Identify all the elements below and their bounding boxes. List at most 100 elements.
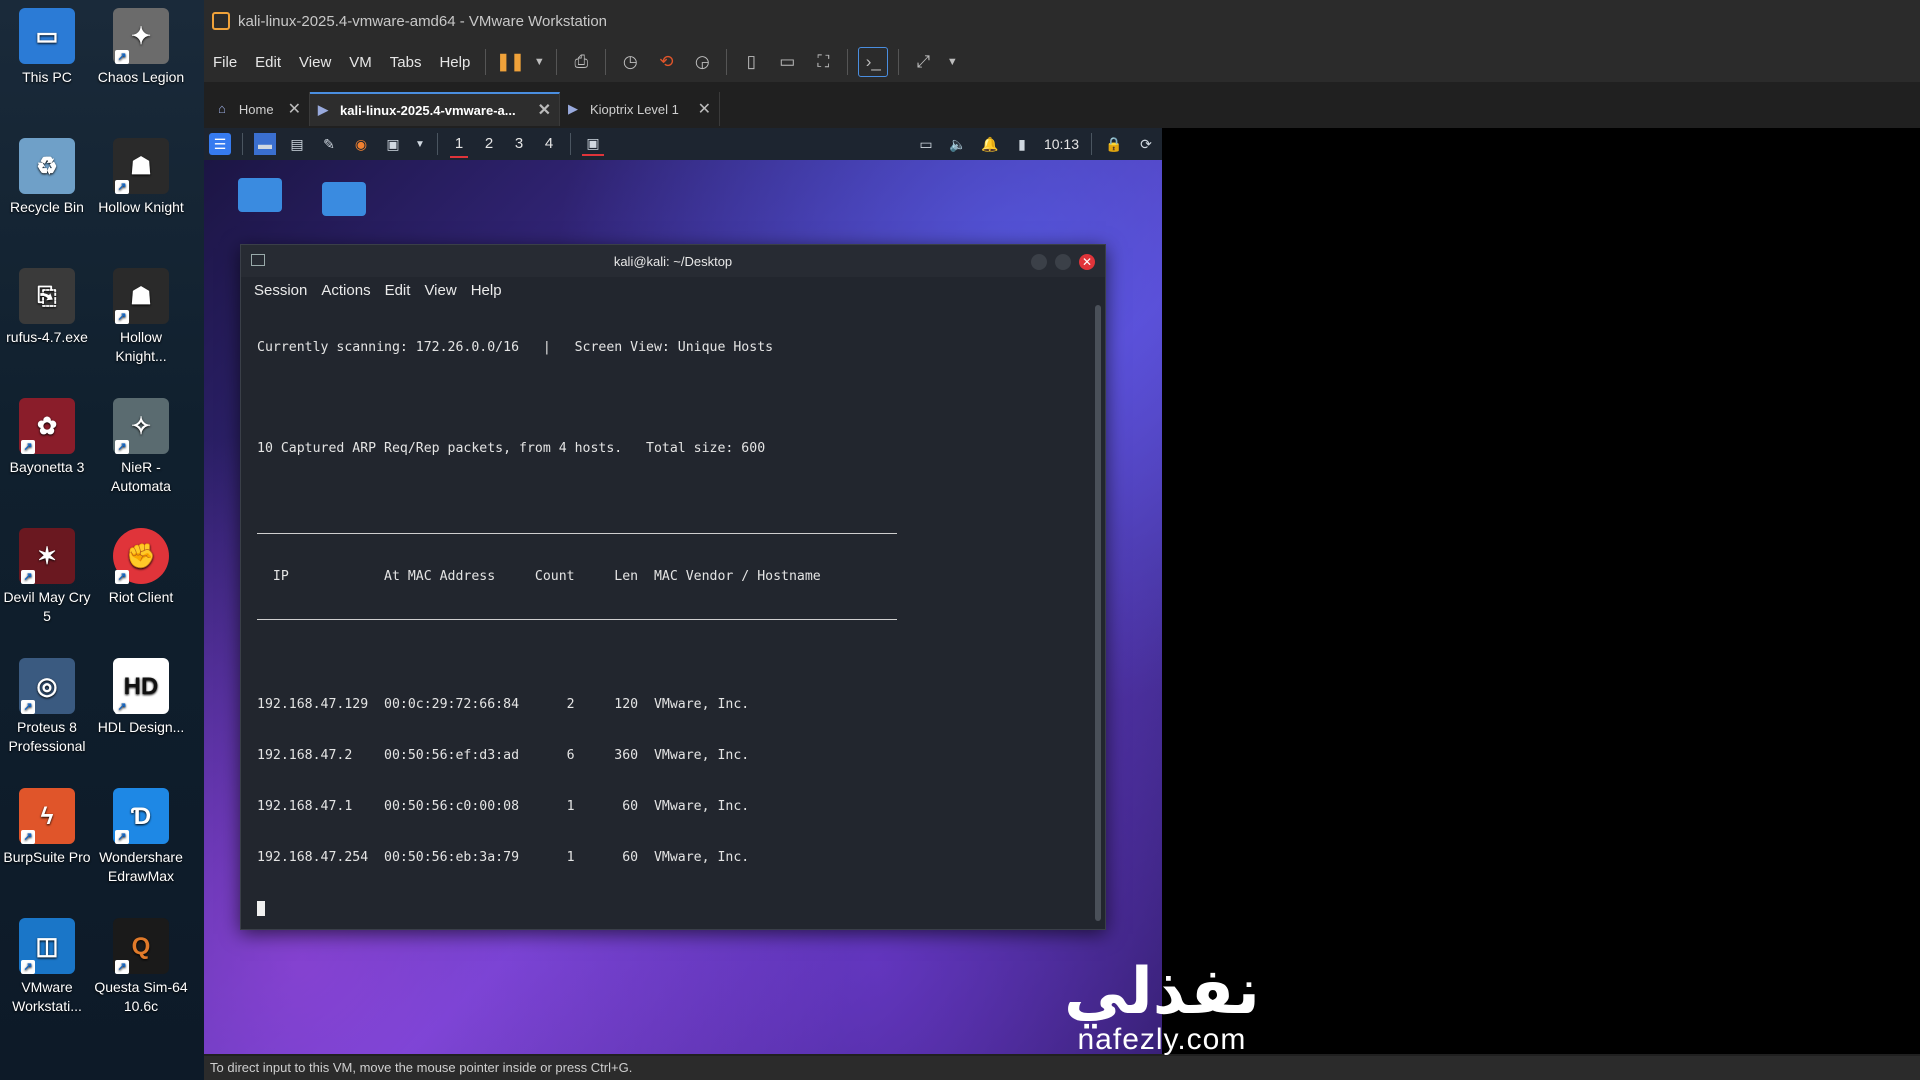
console-view-icon[interactable]: ›_ bbox=[858, 47, 889, 77]
tab-kali-linux[interactable]: ▶ kali-linux-2025.4-vmware-a... ✕ bbox=[310, 92, 560, 126]
workspace-1[interactable]: 1 bbox=[444, 128, 474, 160]
proteus-icon: ◎ ↗ bbox=[19, 658, 75, 714]
dropdown-arrow-icon[interactable]: ▼ bbox=[945, 48, 959, 76]
minimize-button[interactable] bbox=[1031, 254, 1047, 270]
shortcut-arrow-icon: ↗ bbox=[115, 960, 129, 974]
close-icon[interactable]: ✕ bbox=[524, 100, 551, 120]
menu-actions[interactable]: Actions bbox=[314, 282, 377, 299]
close-icon[interactable]: ✕ bbox=[274, 99, 301, 119]
desktop-icon-bayonetta-3[interactable]: ✿ ↗ Bayonetta 3 bbox=[0, 398, 94, 477]
full-screen-icon[interactable]: ⛶ bbox=[809, 48, 837, 76]
menu-view[interactable]: View bbox=[417, 282, 463, 299]
terminal-menubar: Session Actions Edit View Help bbox=[241, 277, 1105, 303]
workspace-3[interactable]: 3 bbox=[504, 128, 534, 160]
toolbar-separator bbox=[485, 49, 487, 75]
desktop-icon-chaos-legion[interactable]: ✦ ↗ Chaos Legion bbox=[94, 8, 188, 87]
desktop-icon-nier-automata[interactable]: ✧ ↗ NieR - Automata bbox=[94, 398, 188, 496]
snapshot-icon[interactable]: ◷ bbox=[616, 48, 644, 76]
lock-icon[interactable]: 🔒 bbox=[1103, 133, 1125, 155]
menu-edit[interactable]: Edit bbox=[378, 282, 418, 299]
desktop-icon-label: BurpSuite Pro bbox=[3, 849, 91, 865]
battery-icon[interactable]: ▮ bbox=[1011, 133, 1033, 155]
workspace-4[interactable]: 4 bbox=[534, 128, 564, 160]
menu-tabs[interactable]: Tabs bbox=[381, 54, 431, 71]
notification-bell-icon[interactable]: 🔔 bbox=[979, 133, 1001, 155]
snapshot-manager-icon[interactable]: ◶ bbox=[688, 48, 716, 76]
menu-help[interactable]: Help bbox=[464, 282, 509, 299]
firefox-icon[interactable]: ◉ bbox=[350, 133, 372, 155]
terminal-window[interactable]: kali@kali: ~/Desktop ✕ Session Actions E… bbox=[240, 244, 1106, 930]
toolbar-separator bbox=[726, 49, 728, 75]
home-folder-icon[interactable] bbox=[238, 178, 282, 212]
tab-home[interactable]: ⌂ Home ✕ bbox=[210, 92, 310, 126]
desktop-icon-this-pc[interactable]: ▭ This PC bbox=[0, 8, 94, 87]
desktop-icon-edrawmax[interactable]: Ɗ ↗ Wondershare EdrawMax bbox=[94, 788, 188, 886]
desktop-icon-riot-client[interactable]: ✊ ↗ Riot Client bbox=[94, 528, 188, 607]
terminal-output[interactable]: Currently scanning: 172.26.0.0/16 | Scre… bbox=[241, 303, 1105, 929]
menu-help[interactable]: Help bbox=[430, 54, 479, 71]
revert-snapshot-icon[interactable]: ⟲ bbox=[652, 48, 680, 76]
send-ctrl-alt-del-icon[interactable]: ⎙ bbox=[567, 48, 595, 76]
tab-kioptrix[interactable]: ▶ Kioptrix Level 1 ✕ bbox=[560, 92, 720, 126]
nier-automata-icon: ✧ ↗ bbox=[113, 398, 169, 454]
terminal-launcher-icon[interactable]: ▣ bbox=[382, 133, 404, 155]
bayonetta-icon: ✿ ↗ bbox=[19, 398, 75, 454]
maximize-button[interactable] bbox=[1055, 254, 1071, 270]
menu-file[interactable]: File bbox=[204, 54, 246, 71]
riot-client-icon: ✊ ↗ bbox=[113, 528, 169, 584]
home-icon: ⌂ bbox=[218, 101, 226, 116]
desktop-icon-burpsuite-pro[interactable]: ϟ ↗ BurpSuite Pro bbox=[0, 788, 94, 867]
menu-view[interactable]: View bbox=[290, 54, 340, 71]
desktop-icon-label: Chaos Legion bbox=[97, 69, 185, 85]
clock[interactable]: 10:13 bbox=[1038, 136, 1085, 152]
table-header: IP At MAC Address Count Len MAC Vendor /… bbox=[257, 569, 821, 584]
desktop-icon-label: NieR - Automata bbox=[111, 459, 171, 494]
shortcut-arrow-icon: ↗ bbox=[21, 960, 35, 974]
desktop-icon-rufus[interactable]: ⎘ rufus-4.7.exe bbox=[0, 268, 94, 347]
display-icon[interactable]: ▭ bbox=[915, 133, 937, 155]
chevron-down-icon[interactable]: ▼ bbox=[414, 133, 426, 155]
thumbnail-view-icon[interactable]: ▭ bbox=[773, 48, 801, 76]
terminal-scrollbar[interactable] bbox=[1095, 305, 1101, 921]
desktop-icon-questa-sim[interactable]: Q ↗ Questa Sim-64 10.6c bbox=[94, 918, 188, 1016]
vmware-window: kali-linux-2025.4-vmware-amd64 - VMware … bbox=[204, 0, 1920, 1080]
vm-icon: ▶ bbox=[318, 102, 328, 117]
power-icon[interactable]: ⟳ bbox=[1135, 133, 1157, 155]
desktop-icon-hollow-knight[interactable]: ☗ ↗ Hollow Knight bbox=[94, 138, 188, 217]
monitor-icon: ▭ bbox=[19, 8, 75, 64]
menu-edit[interactable]: Edit bbox=[246, 54, 290, 71]
close-icon[interactable]: ✕ bbox=[684, 99, 711, 119]
volume-icon[interactable]: 🔈 bbox=[947, 133, 969, 155]
file-manager-icon[interactable]: ▤ bbox=[286, 133, 308, 155]
terminal-task-icon[interactable]: ▣ bbox=[582, 132, 604, 156]
menu-session[interactable]: Session bbox=[247, 282, 314, 299]
kali-menu-icon[interactable]: ☰ bbox=[209, 133, 231, 155]
desktop-icon-label: Hollow Knight... bbox=[115, 329, 167, 364]
desktop-icon-hollow-knight-2[interactable]: ☗ ↗ Hollow Knight... bbox=[94, 268, 188, 366]
desktop-icon-proteus-8[interactable]: ◎ ↗ Proteus 8 Professional bbox=[0, 658, 94, 756]
library-view-icon[interactable]: ▯ bbox=[737, 48, 765, 76]
pause-icon[interactable]: ❚❚ bbox=[496, 48, 525, 76]
terminal-window-icon bbox=[251, 254, 265, 266]
recycle-bin-icon: ♻ bbox=[19, 138, 75, 194]
text-editor-icon[interactable]: ✎ bbox=[318, 133, 340, 155]
desktop-icon-devil-may-cry-5[interactable]: ✶ ↗ Devil May Cry 5 bbox=[0, 528, 94, 626]
filesystem-folder-icon[interactable] bbox=[322, 182, 366, 216]
shortcut-arrow-icon: ↗ bbox=[21, 440, 35, 454]
menu-vm[interactable]: VM bbox=[340, 54, 381, 71]
close-button[interactable]: ✕ bbox=[1079, 254, 1095, 270]
desktop-icon-recycle-bin[interactable]: ♻ Recycle Bin bbox=[0, 138, 94, 217]
vm-guest-screen[interactable]: ☰ ▬ ▤ ✎ ◉ ▣ ▼ 1 2 3 4 ▣ ▭ 🔈 🔔 ▮ 10:13 🔒 … bbox=[204, 128, 1162, 1054]
show-desktop-icon[interactable]: ▬ bbox=[254, 133, 276, 155]
vmware-titlebar[interactable]: kali-linux-2025.4-vmware-amd64 - VMware … bbox=[204, 0, 1920, 42]
desktop-icon-label: This PC bbox=[22, 69, 72, 85]
stretch-icon[interactable]: ⤢ bbox=[909, 48, 937, 76]
desktop-icon-hdl-designer[interactable]: HD ↗ HDL Design... bbox=[94, 658, 188, 737]
vmware-menubar: File Edit View VM Tabs Help ❚❚ ▼ ⎙ ◷ ⟲ ◶… bbox=[204, 42, 1920, 82]
workspace-2[interactable]: 2 bbox=[474, 128, 504, 160]
desktop-icon-vmware-workstation[interactable]: ◫ ↗ VMware Workstati... bbox=[0, 918, 94, 1016]
watermark: نفذلي nafezly.com bbox=[1064, 960, 1260, 1056]
hdl-designer-icon: HD ↗ bbox=[113, 658, 169, 714]
terminal-titlebar[interactable]: kali@kali: ~/Desktop ✕ bbox=[241, 245, 1105, 277]
dropdown-arrow-icon[interactable]: ▼ bbox=[532, 48, 546, 76]
